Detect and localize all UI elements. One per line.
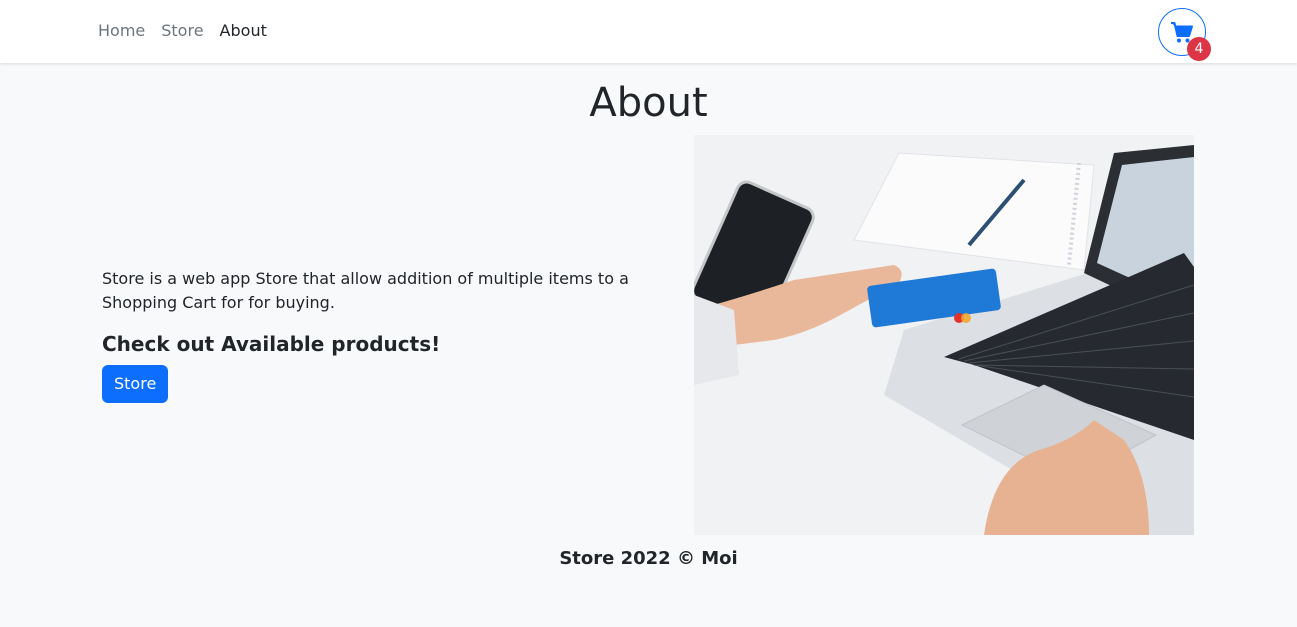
products-subheading: Check out Available products! [102, 332, 441, 356]
store-button[interactable]: Store [102, 365, 169, 403]
navbar: Home Store About 4 [0, 0, 1297, 63]
page-title: About [589, 80, 708, 126]
nav-links: Home Store About [98, 20, 267, 42]
nav-link-home[interactable]: Home [98, 20, 145, 42]
nav-link-store[interactable]: Store [161, 20, 203, 42]
about-intro-text: Store is a web app Store that allow addi… [102, 269, 629, 312]
laptop-credit-card-photo [694, 135, 1194, 535]
cart-count-badge: 4 [1187, 37, 1211, 61]
about-content: Store is a web app Store that allow addi… [102, 267, 687, 403]
footer-copyright: Store 2022 © Moi [559, 548, 738, 569]
photo-illustration [694, 135, 1194, 535]
footer: Store 2022 © Moi [0, 547, 1297, 571]
nav-link-about[interactable]: About [220, 20, 267, 42]
